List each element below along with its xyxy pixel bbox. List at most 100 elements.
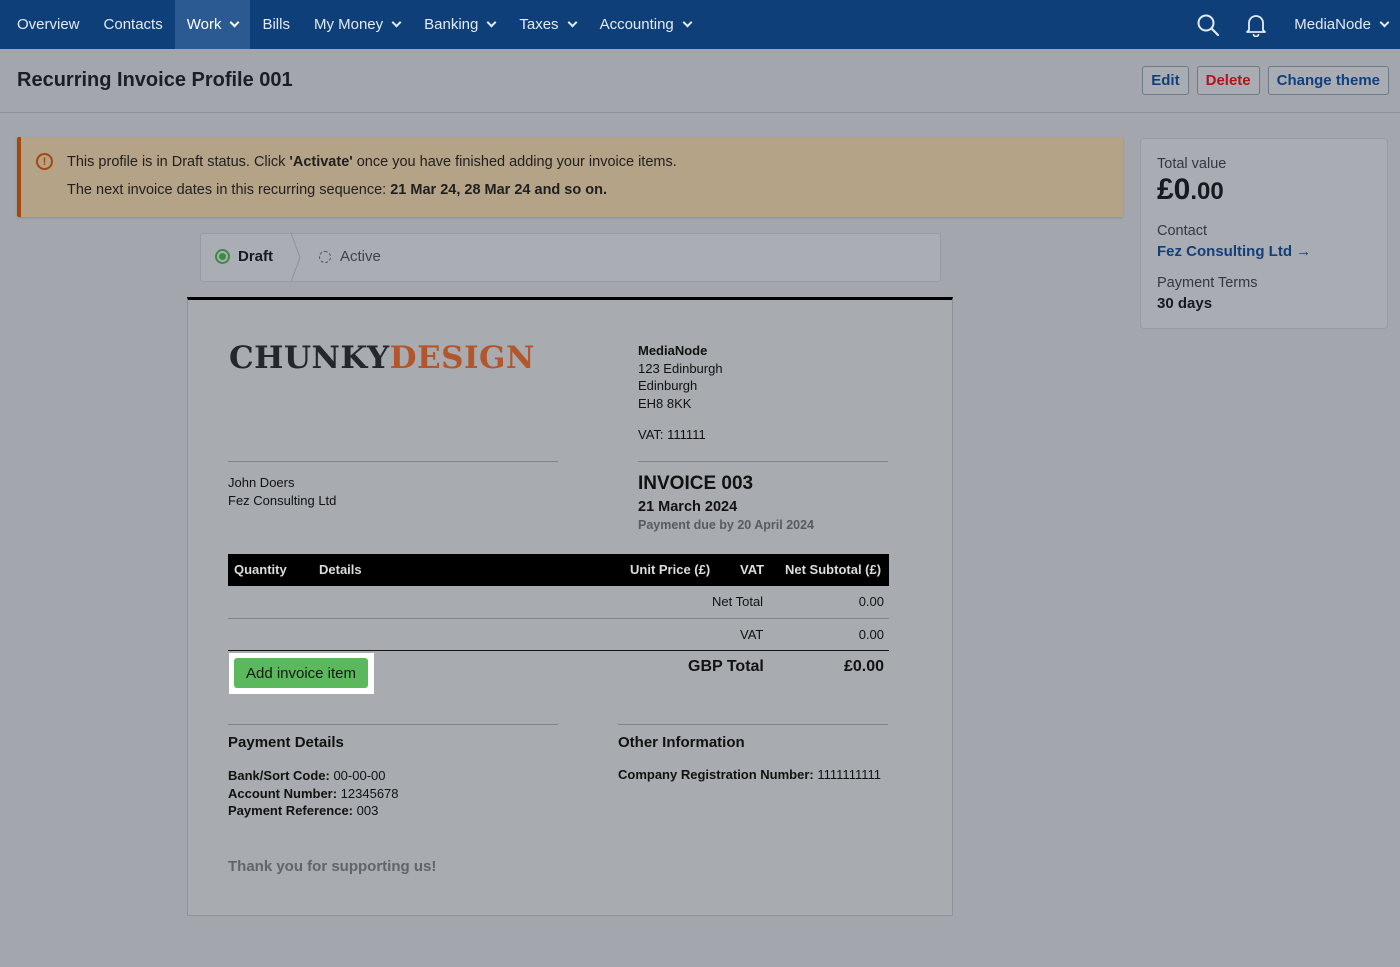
nav-work[interactable]: Work <box>174 0 251 49</box>
payment-terms-value: 30 days <box>1157 295 1213 312</box>
account-menu[interactable]: MediaNode <box>1280 16 1400 33</box>
payment-details-title: Payment Details <box>228 734 344 751</box>
chevron-down-icon <box>391 17 402 28</box>
divider <box>228 618 889 619</box>
nav-overview-label: Overview <box>17 16 80 33</box>
divider <box>228 724 558 725</box>
nav-bills-label: Bills <box>262 16 290 33</box>
bell-icon[interactable] <box>1232 0 1280 49</box>
nav-bills[interactable]: Bills <box>250 0 302 49</box>
recipient-company: Fez Consulting Ltd <box>228 493 337 508</box>
total-value-major: £0 <box>1157 173 1191 206</box>
step-divider-icon <box>290 233 301 282</box>
step-active-label: Active <box>340 248 381 265</box>
net-total-label: Net Total <box>712 594 764 609</box>
column-quantity: Quantity <box>234 562 287 577</box>
column-details: Details <box>319 562 362 577</box>
chevron-down-icon <box>682 17 693 28</box>
invoice-number: INVOICE 003 <box>638 473 754 494</box>
nav-accounting[interactable]: Accounting <box>588 0 703 49</box>
sort-code-value: 00-00-00 <box>329 768 386 783</box>
nav-my-money[interactable]: My Money <box>302 0 412 49</box>
step-draft[interactable]: Draft <box>215 248 273 265</box>
alert-text: This profile is in Draft status. Click <box>67 154 290 170</box>
status-steps: Draft Active <box>200 233 941 282</box>
nav-my-money-label: My Money <box>313 16 384 33</box>
logo-text: CHUNKY <box>229 340 390 376</box>
draft-status-alert: ! This profile is in Draft status. Click… <box>17 137 1123 217</box>
payment-reference-value: 003 <box>353 803 379 818</box>
gbp-total-label: GBP Total <box>688 658 764 675</box>
company-registration-value: 1111111111 <box>813 767 881 782</box>
account-name: MediaNode <box>1294 16 1371 33</box>
step-draft-label: Draft <box>238 248 274 265</box>
company-registration-label: Company Registration Number: <box>618 767 814 782</box>
nav-accounting-label: Accounting <box>599 16 674 33</box>
nav-taxes-label: Taxes <box>519 16 559 33</box>
vat-total-value: 0.00 <box>858 627 884 642</box>
company-logo: CHUNKYDESIGN <box>229 340 535 376</box>
sort-code-label: Bank/Sort Code: <box>228 768 330 783</box>
summary-card: Total value £0.00 Contact Fez Consulting… <box>1140 138 1388 329</box>
sort-code-line: Bank/Sort Code: 00-00-00 <box>228 767 399 785</box>
divider <box>638 461 888 462</box>
nav-banking-label: Banking <box>424 16 479 33</box>
payment-terms-label: Payment Terms <box>1157 275 1258 291</box>
vat-total-label: VAT <box>740 627 764 642</box>
alert-activate-text: 'Activate' <box>289 154 353 170</box>
chevron-down-icon <box>567 17 578 28</box>
column-vat: VAT <box>740 562 765 577</box>
net-total-value: 0.00 <box>858 594 884 609</box>
sender-postcode: EH8 8KK <box>638 395 692 411</box>
sender-vat: VAT: 111111 <box>638 427 706 442</box>
page-header: Recurring Invoice Profile 001 Edit Delet… <box>0 49 1400 113</box>
sender-address-line: Edinburgh <box>638 378 698 393</box>
account-number-value: 12345678 <box>337 785 399 801</box>
sender-name: MediaNode <box>638 343 708 358</box>
add-invoice-item-highlight: Add invoice item <box>229 653 374 694</box>
exclamation-icon: ! <box>36 153 53 170</box>
alert-next-dates: The next invoice dates in this recurring… <box>67 182 607 198</box>
payment-reference-line: Payment Reference: 003 <box>228 802 399 820</box>
total-value-minor: .00 <box>1190 178 1224 205</box>
invoice-due-date: Payment due by 20 April 2024 <box>638 518 815 532</box>
add-invoice-item-button[interactable]: Add invoice item <box>234 658 368 688</box>
nav-banking[interactable]: Banking <box>412 0 507 49</box>
chevron-down-icon <box>1379 17 1390 28</box>
top-nav: Overview Contacts Work Bills My Money Ba… <box>0 0 1400 49</box>
page-title: Recurring Invoice Profile 001 <box>17 69 293 91</box>
invoice-preview: CHUNKYDESIGN MediaNode 123 Edinburgh Edi… <box>187 297 953 916</box>
alert-text: once you have finished adding your invoi… <box>352 154 677 170</box>
nav-contacts-label: Contacts <box>103 16 163 33</box>
contact-link[interactable]: Fez Consulting Ltd → <box>1157 243 1311 260</box>
radio-checked-icon <box>215 249 230 264</box>
nav-contacts[interactable]: Contacts <box>92 0 175 49</box>
recipient-person: John Doers <box>228 475 295 490</box>
chevron-down-icon <box>486 17 497 28</box>
items-table-header: Quantity Details Unit Price (£) VAT Net … <box>228 554 889 586</box>
sender-address: MediaNode 123 Edinburgh Edinburgh EH8 8K… <box>638 342 723 412</box>
edit-button[interactable]: Edit <box>1142 66 1189 95</box>
delete-button[interactable]: Delete <box>1196 66 1260 95</box>
account-number-label: Account Number: <box>228 785 338 801</box>
payment-reference-label: Payment Reference: <box>228 803 353 818</box>
recipient-address: John Doers Fez Consulting Ltd <box>228 474 336 510</box>
nav-taxes[interactable]: Taxes <box>507 0 587 49</box>
other-information-title: Other Information <box>618 734 745 751</box>
column-unit-price: Unit Price (£) <box>630 562 711 577</box>
divider <box>618 724 888 725</box>
nav-overview[interactable]: Overview <box>0 0 92 49</box>
step-active[interactable]: Active <box>319 248 381 265</box>
divider <box>228 461 558 462</box>
change-theme-button[interactable]: Change theme <box>1267 66 1389 95</box>
payment-details: Bank/Sort Code: 00-00-00 Account Number:… <box>228 767 399 820</box>
invoice-date: 21 March 2024 <box>638 499 738 515</box>
contact-label: Contact <box>1157 223 1207 239</box>
gbp-total-value: £0.00 <box>843 658 884 675</box>
account-number-line: Account Number: 12345678 <box>228 785 399 803</box>
sender-address-line: 123 Edinburgh <box>638 360 723 376</box>
alert-text: The next invoice dates in this recurring… <box>67 182 391 198</box>
logo-text-accent: DESIGN <box>389 340 535 376</box>
total-value: £0.00 <box>1157 173 1224 207</box>
search-icon[interactable] <box>1184 0 1232 49</box>
